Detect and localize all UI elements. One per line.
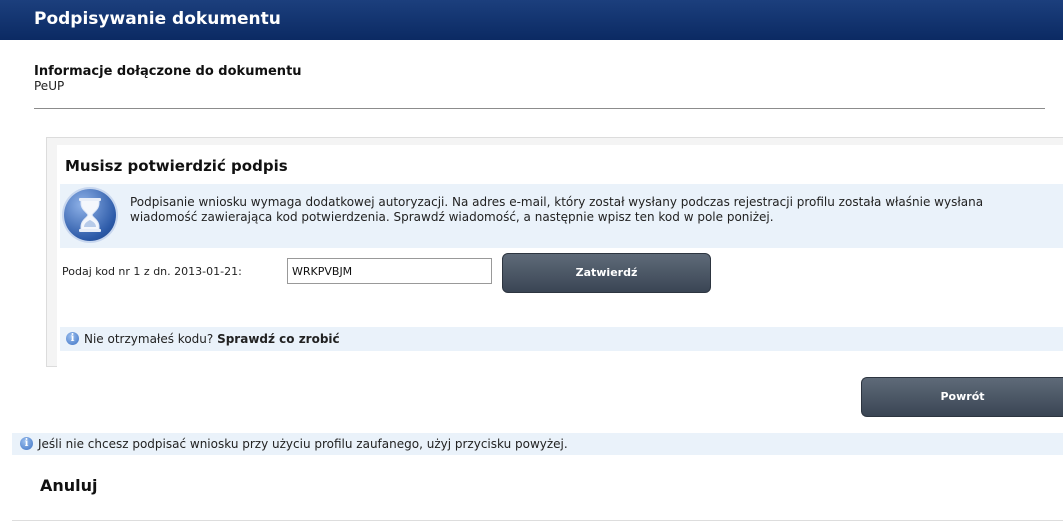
divider — [34, 108, 1045, 109]
page-title: Podpisywanie dokumentu — [34, 9, 281, 29]
info-icon: i — [20, 437, 33, 450]
confirm-panel-title: Musisz potwierdzić podpis — [65, 157, 288, 175]
document-info-title: Informacje dołączone do dokumentu — [34, 64, 302, 79]
cancel-link[interactable]: Anuluj — [40, 476, 98, 495]
title-bar: Podpisywanie dokumentu — [0, 0, 1063, 40]
hint-link[interactable]: Sprawdź co zrobić — [217, 332, 340, 346]
hint-prefix: Nie otrzymałeś kodu? — [84, 332, 214, 346]
code-input[interactable] — [287, 258, 492, 284]
hourglass-icon — [64, 189, 116, 241]
document-info-value: PeUP — [34, 79, 65, 93]
code-label: Podaj kod nr 1 z dn. 2013-01-21: — [62, 265, 242, 278]
notice-text: Jeśli nie chcesz podpisać wniosku przy u… — [38, 437, 568, 451]
back-button[interactable]: Powrót — [861, 377, 1063, 417]
info-icon: i — [66, 332, 79, 345]
hint-text: Nie otrzymałeś kodu? Sprawdź co zrobić — [84, 332, 340, 346]
confirm-button[interactable]: Zatwierdź — [502, 253, 711, 293]
auth-message: Podpisanie wniosku wymaga dodatkowej aut… — [130, 195, 984, 224]
divider — [12, 520, 1063, 521]
